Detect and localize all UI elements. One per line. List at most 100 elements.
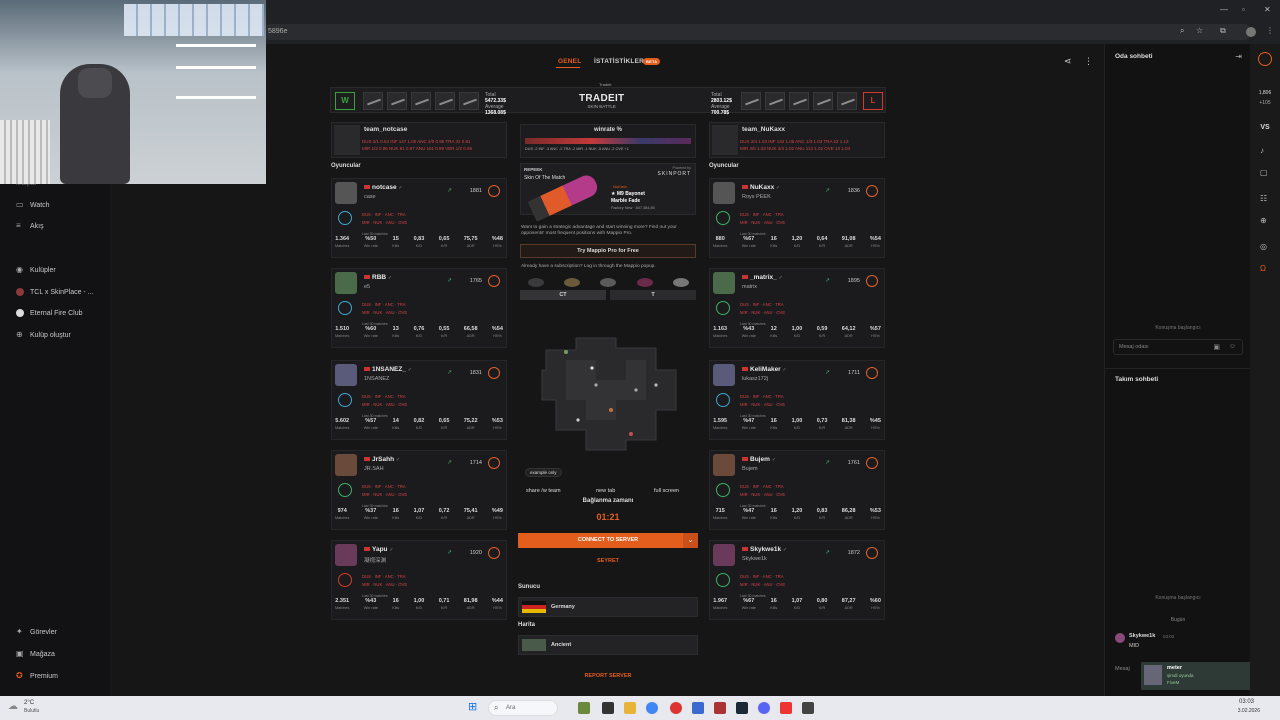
- player-name-row[interactable]: Bujem ✓: [742, 456, 776, 463]
- util-decoy-icon[interactable]: [673, 278, 689, 287]
- player-card[interactable]: 1NSANEZ_ ✓ 1NSANEZ ↗ 1831 DUS · INF · ANC · …: [331, 360, 507, 440]
- player-card[interactable]: NuKaxx ✓ Roys PEEK ↗ 1836 DUS · INF · ANC · …: [709, 178, 885, 258]
- taskbar-app-icon[interactable]: [670, 702, 682, 714]
- taskbar-app-icon[interactable]: [802, 702, 814, 714]
- taskbar-app-icon[interactable]: [602, 702, 614, 714]
- mappio-login-note[interactable]: Already have a subscription? Log in thro…: [521, 264, 697, 269]
- util-he-icon[interactable]: [637, 278, 653, 287]
- chevron-down-icon[interactable]: ⌄: [683, 533, 698, 548]
- emoji-icon[interactable]: ☺: [1229, 343, 1236, 350]
- player-name-row[interactable]: RBB ✓: [364, 274, 392, 281]
- avatar[interactable]: [713, 364, 735, 386]
- new-tab-button[interactable]: new tab: [596, 488, 615, 494]
- bell-icon[interactable]: ♪: [1260, 146, 1264, 155]
- room-message-input[interactable]: Mesaj odası ▣ ☺: [1113, 339, 1243, 355]
- add-friend-icon[interactable]: ⊕: [1260, 216, 1267, 225]
- level-icon[interactable]: [1258, 52, 1272, 66]
- player-name-row[interactable]: Yapu ✓: [364, 546, 394, 553]
- maximize-icon[interactable]: ▫: [1242, 5, 1245, 14]
- folder-icon[interactable]: [624, 702, 636, 714]
- zoom-icon[interactable]: ⌕: [1180, 26, 1184, 36]
- taskbar-app-icon[interactable]: [578, 702, 590, 714]
- mappio-cta-button[interactable]: Try Mappio Pro for Free: [520, 244, 696, 258]
- discord-icon[interactable]: [758, 702, 770, 714]
- player-card[interactable]: Bujem ✓ Bujem ↗ 1761 DUS · INF · ANC · TRA MI…: [709, 450, 885, 530]
- sidebar-item-create-club[interactable]: ⊕ Kulüp oluştur: [16, 331, 71, 339]
- start-icon[interactable]: ⊞: [468, 700, 477, 713]
- player-name-row[interactable]: NuKaxx ✓: [742, 184, 780, 191]
- player-name-row[interactable]: JrSahh ✓: [364, 456, 400, 463]
- avatar[interactable]: [713, 544, 735, 566]
- team-right-header[interactable]: team_NuKaxx DUS 2/4 1.03 INF 132 1.05 AN…: [709, 122, 885, 158]
- player-name-row[interactable]: 1NSANEZ_ ✓: [364, 366, 412, 373]
- taskbar-app-icon[interactable]: [692, 702, 704, 714]
- taskbar-app-icon[interactable]: [714, 702, 726, 714]
- sidebar-item-club-eternal[interactable]: Eternal Fire Club: [16, 309, 83, 317]
- avatar[interactable]: [335, 182, 357, 204]
- share-icon[interactable]: ⋖: [1064, 56, 1072, 67]
- sidebar-item-watch[interactable]: ▭ Watch: [16, 201, 50, 209]
- close-icon[interactable]: ✕: [1264, 5, 1271, 14]
- star-icon[interactable]: ☆: [1196, 26, 1203, 35]
- team-left-header[interactable]: team_notcase DUS 2/1 0.53 INF 147 1.00 A…: [331, 122, 507, 158]
- friend-toast[interactable]: meter şimdi oyunda FiveM: [1141, 662, 1251, 690]
- collapse-icon[interactable]: ⇥: [1235, 52, 1242, 61]
- report-server-button[interactable]: REPORT SERVER: [518, 673, 698, 679]
- team-message-input[interactable]: Mesaj: [1115, 666, 1130, 672]
- full-screen-button[interactable]: full screen: [654, 488, 679, 494]
- tab-general[interactable]: GENEL: [558, 58, 581, 65]
- avatar[interactable]: [335, 364, 357, 386]
- player-card[interactable]: notcase ✓ case ↗ 1881 DUS · INF · ANC · TRA M…: [331, 178, 507, 258]
- avatar[interactable]: [713, 272, 735, 294]
- player-name-row[interactable]: _matrix_ ✓: [742, 274, 783, 281]
- taskbar-app-icon[interactable]: [780, 702, 792, 714]
- player-card[interactable]: JrSahh ✓ JR.SAH ↗ 1714 DUS · INF · ANC · TRA…: [331, 450, 507, 530]
- util-flash-icon[interactable]: [600, 278, 616, 287]
- ct-side-tab[interactable]: CT: [520, 290, 606, 300]
- avatar[interactable]: [713, 454, 735, 476]
- avatar[interactable]: [335, 544, 357, 566]
- profile-icon[interactable]: [1246, 27, 1256, 37]
- watch-button[interactable]: SEYRET: [518, 558, 698, 564]
- chat-icon[interactable]: ▢: [1260, 168, 1268, 177]
- friends-icon[interactable]: ☷: [1260, 194, 1267, 203]
- player-card[interactable]: Yapu ✓ 凝视深渊 ↗ 1920 DUS · INF · ANC · TRA MIR …: [331, 540, 507, 620]
- headset-icon[interactable]: Ω: [1260, 264, 1266, 273]
- avatar[interactable]: [335, 454, 357, 476]
- minimize-icon[interactable]: —: [1220, 5, 1228, 14]
- sidebar-item-store[interactable]: ▣ Mağaza: [16, 650, 55, 658]
- more-icon[interactable]: ⋮: [1084, 56, 1093, 67]
- address-bar[interactable]: 5896e: [262, 24, 1252, 40]
- util-molotov-icon[interactable]: [564, 278, 580, 287]
- player-name-row[interactable]: KeliMaker ✓: [742, 366, 787, 373]
- sidebar-item-missions[interactable]: ✦ Görevler: [16, 628, 57, 636]
- avatar[interactable]: [335, 272, 357, 294]
- t-side-tab[interactable]: T: [610, 290, 696, 300]
- player-name-row[interactable]: Skykwe1k ✓: [742, 546, 787, 553]
- player-card[interactable]: _matrix_ ✓ matrix ↗ 1895 DUS · INF · ANC · T…: [709, 268, 885, 348]
- tab-stats[interactable]: İSTATİSTİKLER: [594, 58, 644, 65]
- avatar[interactable]: [713, 182, 735, 204]
- party-icon[interactable]: ◎: [1260, 242, 1267, 251]
- connect-to-server-button[interactable]: CONNECT TO SERVER: [518, 533, 698, 548]
- weather-icon[interactable]: ☁: [8, 701, 18, 712]
- taskbar-search[interactable]: ⌕ Ara: [488, 700, 558, 716]
- image-icon[interactable]: ▣: [1213, 343, 1220, 351]
- menu-icon[interactable]: ⋮: [1266, 26, 1274, 35]
- sidebar-item-club-tcl[interactable]: TCL x SkinPlace - ...: [16, 288, 94, 296]
- player-card[interactable]: KeliMaker ✓ lukasz172j ↗ 1711 DUS · INF · AN…: [709, 360, 885, 440]
- sidebar-item-premium[interactable]: ✪ Premium: [16, 672, 58, 680]
- chrome-icon[interactable]: [646, 702, 658, 714]
- match-vs-icon[interactable]: VS: [1250, 124, 1280, 131]
- share-with-team-button[interactable]: share /w team: [526, 488, 561, 494]
- steam-icon[interactable]: [736, 702, 748, 714]
- sidebar-item-clubs[interactable]: ◉ Kulüpler: [16, 266, 56, 274]
- player-name-row[interactable]: notcase ✓: [364, 184, 403, 191]
- sidebar-item-feed[interactable]: ≡ Akış: [16, 222, 44, 230]
- player-card[interactable]: RBB ✓ e5 ↗ 1765 DUS · INF · ANC · TRA MIR · N…: [331, 268, 507, 348]
- skin-of-the-match[interactable]: REPEEK Skin Of The Match Powered by SKIN…: [520, 163, 696, 222]
- util-smoke-icon[interactable]: [528, 278, 544, 287]
- ancient-minimap[interactable]: [536, 330, 684, 456]
- player-card[interactable]: Skykwe1k ✓ Skykwe1k ↗ 1872 DUS · INF · ANC ·…: [709, 540, 885, 620]
- extension-icon[interactable]: ⧉: [1220, 26, 1226, 36]
